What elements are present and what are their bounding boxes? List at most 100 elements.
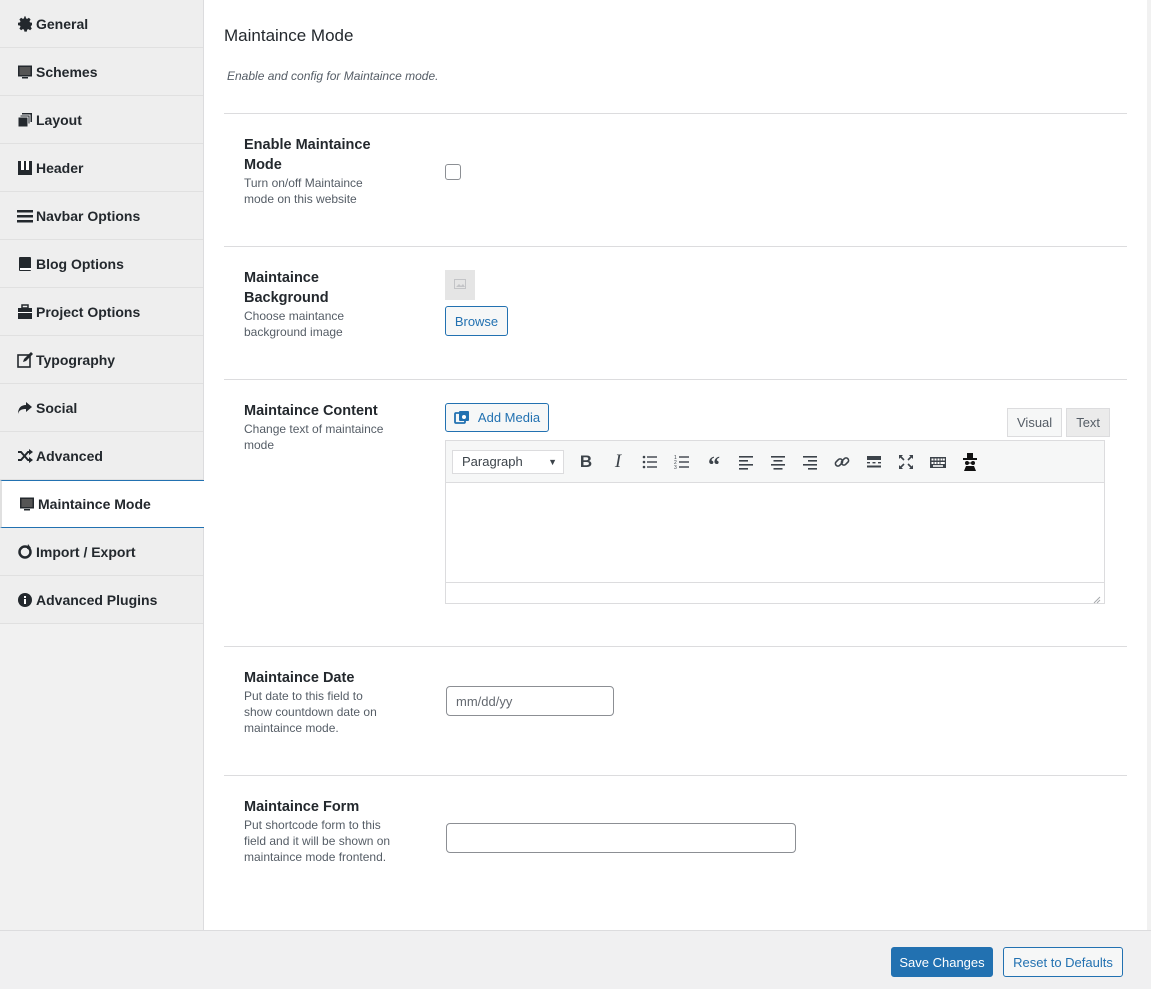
resize-handle-icon[interactable] [1092, 591, 1101, 604]
sidebar-item-schemes[interactable]: Schemes [0, 48, 203, 96]
incognito-icon [961, 452, 979, 471]
field-description: Put date to this field to show countdown… [244, 689, 377, 735]
sidebar-item-import-export[interactable]: Import / Export [0, 528, 203, 576]
sidebar-item-label: Advanced [36, 447, 103, 464]
options-panel: General Schemes Layout Header Navbar Opt… [0, 0, 1147, 989]
fullscreen-button[interactable] [890, 446, 922, 478]
sidebar-item-label: Project Options [36, 303, 141, 320]
editor-statusbar [446, 583, 1104, 604]
align-left-button[interactable] [730, 446, 762, 478]
background-image-preview [445, 270, 475, 300]
date-field-label: Maintaince Date Put date to this field t… [244, 668, 394, 736]
align-right-button[interactable] [794, 446, 826, 478]
info-icon [16, 591, 33, 608]
book-icon [16, 255, 33, 272]
italic-button[interactable]: I [602, 446, 634, 478]
sidebar-item-advanced[interactable]: Advanced [0, 432, 203, 480]
field-description: Choose maintance background image [244, 309, 345, 339]
sidebar-item-label: Blog Options [36, 255, 124, 272]
header-icon [16, 159, 33, 176]
align-left-icon [737, 453, 755, 471]
field-description: Turn on/off Maintaince mode on this webs… [244, 176, 363, 206]
numbered-list-icon: 123 [673, 453, 691, 471]
numbered-list-button[interactable]: 123 [666, 446, 698, 478]
image-placeholder-icon [454, 276, 466, 294]
bullet-list-icon [641, 453, 659, 471]
enable-maintenance-checkbox[interactable] [445, 164, 461, 180]
italic-icon: I [614, 450, 622, 472]
field-description: Put shortcode form to this field and it … [244, 818, 391, 864]
sidebar-item-general[interactable]: General [0, 0, 203, 48]
bold-button[interactable]: B [570, 446, 602, 478]
briefcase-icon [16, 303, 33, 320]
reset-defaults-button[interactable]: Reset to Defaults [1003, 947, 1123, 977]
background-field-label: Maintaince Background Choose maintance b… [244, 268, 394, 340]
divider [224, 646, 1127, 647]
menu-icon [16, 207, 33, 224]
sidebar-item-label: Social [36, 399, 78, 416]
insert-link-button[interactable] [826, 446, 858, 478]
add-media-label: Add Media [477, 410, 541, 425]
toolbar-toggle-button[interactable] [922, 446, 954, 478]
editor-textarea[interactable] [446, 483, 1104, 583]
sidebar-item-advanced-plugins[interactable]: Advanced Plugins [0, 576, 203, 624]
sidebar-item-label: Schemes [36, 63, 98, 80]
browse-button[interactable]: Browse [445, 306, 508, 336]
footer-actions: Save Changes Reset to Defaults [0, 930, 1151, 989]
add-media-button[interactable]: Add Media [445, 403, 549, 432]
form-field-label: Maintaince Form Put shortcode form to th… [244, 797, 394, 865]
blockquote-button[interactable]: “ [698, 446, 730, 478]
maintenance-date-input[interactable]: mm/dd/yy [446, 686, 614, 716]
svg-text:3: 3 [674, 465, 677, 471]
editor-tabs: Visual Text [1007, 408, 1111, 437]
align-center-button[interactable] [762, 446, 794, 478]
field-title: Maintaince Date [244, 670, 355, 686]
bullet-list-button[interactable] [634, 446, 666, 478]
tab-text[interactable]: Text [1066, 408, 1111, 437]
field-description: Change text of maintaince mode [244, 422, 384, 452]
format-select[interactable]: Paragraph ▼ [452, 449, 564, 474]
share-icon [16, 399, 33, 416]
enable-field-label: Enable Maintaince Mode Turn on/off Maint… [244, 135, 394, 207]
sidebar-item-label: Import / Export [36, 543, 136, 560]
sidebar-item-layout[interactable]: Layout [0, 96, 203, 144]
divider [224, 775, 1127, 776]
sidebar: General Schemes Layout Header Navbar Opt… [0, 0, 205, 930]
sidebar-item-blog-options[interactable]: Blog Options [0, 240, 203, 288]
sidebar-item-label: Advanced Plugins [36, 591, 158, 608]
field-title: Maintaince Content [244, 403, 378, 419]
chevron-down-icon: ▼ [548, 456, 557, 467]
sidebar-item-label: Header [36, 159, 84, 176]
bold-icon: B [579, 451, 593, 471]
save-changes-button[interactable]: Save Changes [891, 947, 993, 977]
sidebar-item-maintaince-mode[interactable]: Maintaince Mode [0, 480, 205, 528]
quote-icon: “ [708, 452, 720, 479]
divider [224, 113, 1127, 114]
field-title: Enable Maintaince Mode [244, 137, 371, 173]
read-more-button[interactable] [858, 446, 890, 478]
monitor-icon [18, 496, 35, 513]
align-center-icon [769, 453, 787, 471]
add-media-icon [454, 410, 471, 426]
field-title: Maintaince Background [244, 270, 329, 306]
plugin-button[interactable] [954, 446, 986, 478]
sidebar-item-social[interactable]: Social [0, 384, 203, 432]
read-more-icon [865, 453, 883, 471]
sidebar-item-typography[interactable]: Typography [0, 336, 203, 384]
shuffle-icon [16, 447, 33, 464]
sidebar-item-header[interactable]: Header [0, 144, 203, 192]
tab-visual[interactable]: Visual [1007, 408, 1063, 437]
refresh-icon [16, 543, 33, 560]
content-editor: Paragraph ▼ B I 123 “ [445, 440, 1105, 604]
maintenance-form-shortcode-input[interactable] [446, 823, 796, 853]
sidebar-item-navbar-options[interactable]: Navbar Options [0, 192, 203, 240]
sidebar-item-project-options[interactable]: Project Options [0, 288, 203, 336]
monitor-icon [16, 63, 33, 80]
align-right-icon [801, 453, 819, 471]
field-title: Maintaince Form [244, 799, 360, 815]
content-field-label: Maintaince Content Change text of mainta… [244, 401, 394, 453]
sidebar-item-label: Layout [36, 111, 82, 128]
sidebar-item-label: Navbar Options [36, 207, 141, 224]
gear-icon [16, 15, 33, 32]
sidebar-item-label: General [36, 15, 89, 32]
